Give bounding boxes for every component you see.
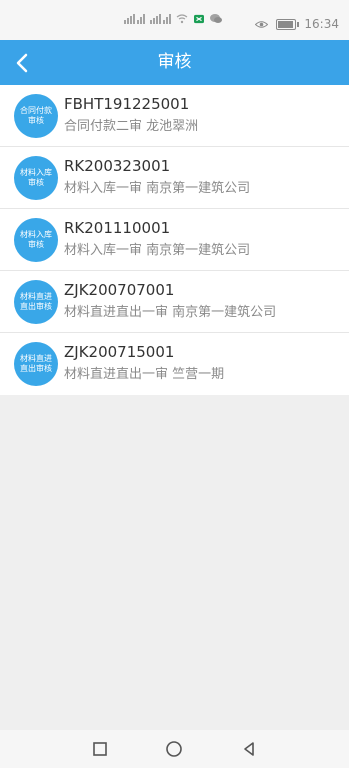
- app-header: 审核: [0, 40, 349, 85]
- item-title: RK201110001: [64, 219, 171, 237]
- status-bar: 16:34: [0, 0, 349, 40]
- back-icon[interactable]: [238, 738, 260, 760]
- eye-icon: [255, 20, 269, 28]
- item-title: ZJK200715001: [64, 343, 175, 361]
- list-item[interactable]: 材料入库审核 RK201110001 材料入库一审 南京第一建筑公司: [0, 209, 349, 271]
- signal-icon-secondary: [150, 14, 171, 24]
- category-avatar: 合同付款审核: [14, 94, 58, 138]
- wifi-icon: [176, 14, 188, 24]
- app-notification-icon: [194, 14, 204, 24]
- category-avatar: 材料直进直出审核: [14, 342, 58, 386]
- status-right: 16:34: [255, 17, 339, 31]
- item-title: FBHT191225001: [64, 95, 190, 113]
- item-subtitle: 材料入库一审 南京第一建筑公司: [64, 243, 251, 258]
- list-item[interactable]: 材料直进直出审核 ZJK200715001 材料直进直出一审 竺营一期: [0, 333, 349, 395]
- item-subtitle: 材料直进直出一审 竺营一期: [64, 367, 225, 382]
- item-title: ZJK200707001: [64, 281, 175, 299]
- status-indicators: [124, 14, 222, 24]
- item-subtitle: 材料入库一审 南京第一建筑公司: [64, 181, 251, 196]
- list-item[interactable]: 材料入库审核 RK200323001 材料入库一审 南京第一建筑公司: [0, 147, 349, 209]
- home-icon[interactable]: [163, 738, 185, 760]
- chat-icon: [210, 14, 222, 23]
- item-subtitle: 材料直进直出一审 南京第一建筑公司: [64, 305, 277, 320]
- list-item[interactable]: 材料直进直出审核 ZJK200707001 材料直进直出一审 南京第一建筑公司: [0, 271, 349, 333]
- list-item[interactable]: 合同付款审核 FBHT191225001 合同付款二审 龙池翠洲: [0, 85, 349, 147]
- battery-level-fill: [278, 20, 293, 28]
- page-title: 审核: [157, 52, 192, 72]
- category-avatar: 材料直进直出审核: [14, 280, 58, 324]
- recent-apps-icon[interactable]: [89, 738, 111, 760]
- audit-list: 合同付款审核 FBHT191225001 合同付款二审 龙池翠洲 材料入库审核 …: [0, 85, 349, 395]
- status-time: 16:34: [304, 17, 339, 31]
- category-avatar: 材料入库审核: [14, 156, 58, 200]
- battery-icon: [276, 18, 300, 30]
- system-navigation-bar: [0, 730, 349, 768]
- item-title: RK200323001: [64, 157, 171, 175]
- category-avatar: 材料入库审核: [14, 218, 58, 262]
- item-subtitle: 合同付款二审 龙池翠洲: [64, 119, 199, 134]
- signal-icon: [124, 14, 145, 24]
